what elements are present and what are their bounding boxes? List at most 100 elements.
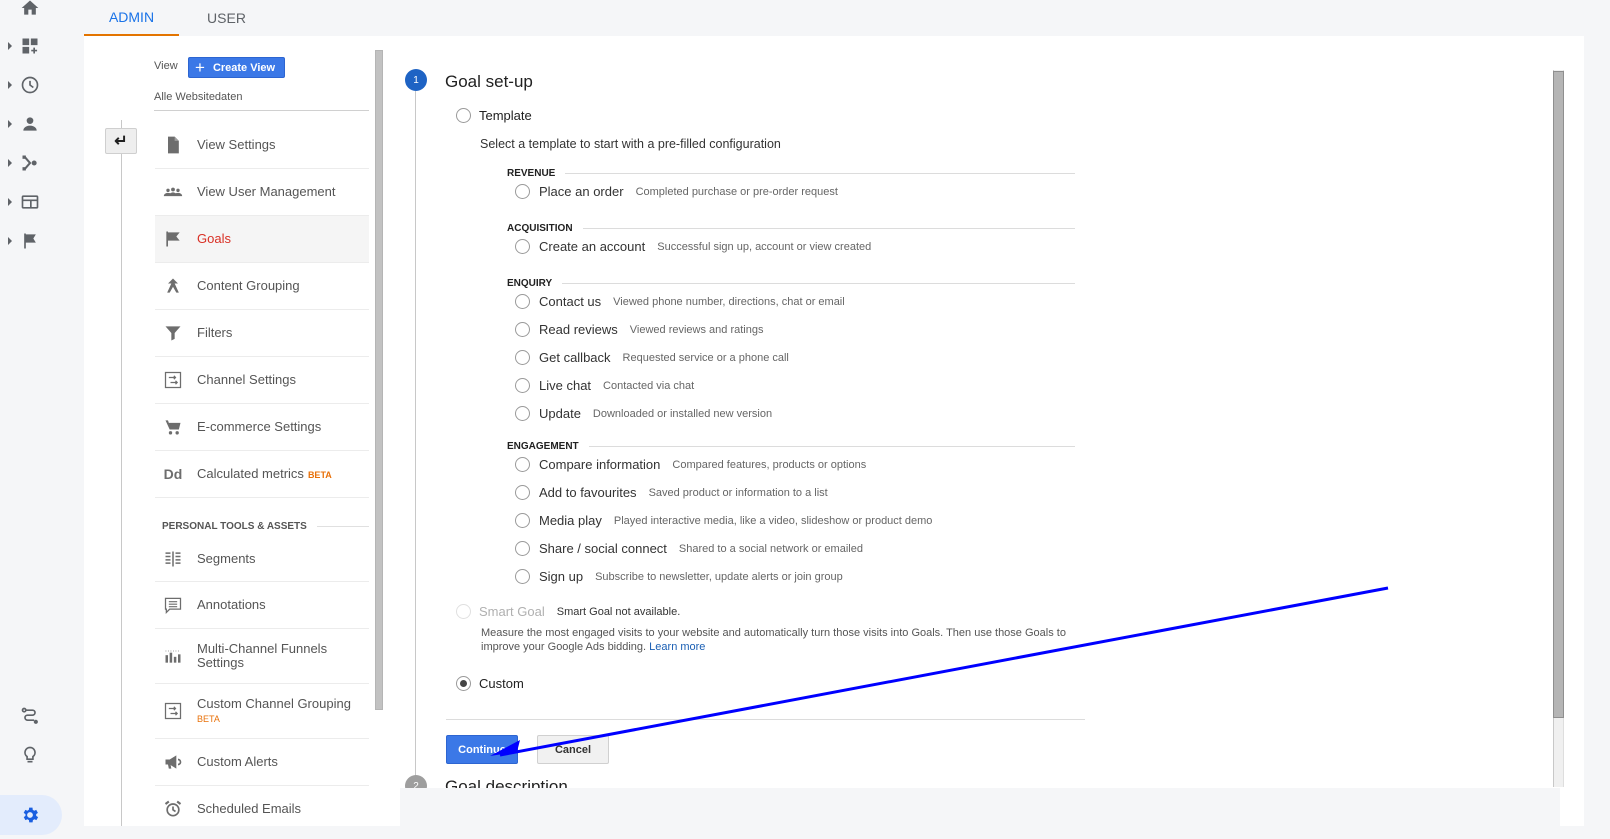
- rail-realtime[interactable]: [0, 67, 62, 103]
- nav-channel-settings[interactable]: Channel Settings: [155, 357, 369, 404]
- step-connector-line: [415, 91, 416, 781]
- option-description: Viewed reviews and ratings: [629, 323, 764, 336]
- collapse-back-button[interactable]: ↵: [105, 128, 137, 154]
- actions-divider: [446, 719, 1085, 720]
- nav-segments[interactable]: Segments: [155, 536, 369, 582]
- caret-right-icon: [8, 81, 12, 89]
- template-label: Template: [479, 108, 532, 123]
- template-option[interactable]: Contact us Viewed phone number, direction…: [515, 294, 845, 309]
- template-option-radio[interactable]: [515, 378, 530, 393]
- rail-home[interactable]: [0, 0, 62, 26]
- create-view-button[interactable]: + Create View: [188, 57, 285, 78]
- template-option[interactable]: Live chat Contacted via chat: [515, 378, 694, 393]
- template-option-radio[interactable]: [515, 485, 530, 500]
- template-option-radio[interactable]: [515, 513, 530, 528]
- nav-label: Segments: [197, 550, 256, 566]
- rail-customization[interactable]: [0, 28, 62, 64]
- nav-ecommerce-settings[interactable]: E-commerce Settings: [155, 404, 369, 451]
- template-option-radio[interactable]: [515, 541, 530, 556]
- nav-label: View User Management: [197, 184, 336, 199]
- template-option[interactable]: Update Downloaded or installed new versio…: [515, 406, 772, 421]
- nav-scrollbar[interactable]: [375, 50, 383, 710]
- template-option-radio[interactable]: [515, 239, 530, 254]
- plus-icon: +: [195, 58, 205, 77]
- option-description: Compared features, products or options: [672, 458, 867, 471]
- nav-calculated-metrics[interactable]: Dd Calculated metrics BETA: [155, 451, 369, 498]
- rail-behavior[interactable]: [0, 184, 62, 220]
- content-grouping-icon: [167, 278, 179, 293]
- rail-conversions[interactable]: [0, 223, 62, 259]
- template-option-radio[interactable]: [515, 184, 530, 199]
- nav-view-settings[interactable]: View Settings: [155, 122, 369, 169]
- nav-goals[interactable]: Goals: [155, 216, 369, 263]
- lightbulb-icon: [24, 746, 36, 763]
- step-1-badge: 1: [405, 69, 427, 91]
- section-title: PERSONAL TOOLS & ASSETS: [162, 521, 307, 532]
- behavior-icon: [21, 195, 39, 209]
- custom-radio[interactable]: [456, 676, 471, 691]
- option-description: Played interactive media, like a video, …: [613, 514, 933, 527]
- nav-label: Custom Alerts: [197, 754, 278, 769]
- rail-acquisition[interactable]: [0, 145, 62, 181]
- gear-icon: [23, 807, 39, 823]
- template-option[interactable]: Get callback Requested service or a phone…: [515, 350, 789, 365]
- template-option[interactable]: Place an order Completed purchase or pre-…: [515, 184, 838, 199]
- option-label: Read reviews: [539, 322, 618, 337]
- rail-audience[interactable]: [0, 106, 62, 142]
- content-scrollbar-thumb[interactable]: [1553, 71, 1564, 718]
- nav-content-grouping[interactable]: Content Grouping: [155, 263, 369, 310]
- template-option[interactable]: Create an account Successful sign up, acc…: [515, 239, 871, 254]
- beta-badge: BETA: [307, 469, 332, 480]
- template-option[interactable]: Add to favourites Saved product or inform…: [515, 485, 828, 500]
- calculated-metrics-icon: Dd: [163, 466, 183, 482]
- view-label: View: [154, 60, 178, 72]
- nav-view-user-management[interactable]: View User Management: [155, 169, 369, 216]
- view-nav: View Settings View User Management Goals…: [155, 122, 369, 833]
- nav-label: Filters: [197, 325, 233, 340]
- template-option[interactable]: Read reviews Viewed reviews and ratings: [515, 322, 763, 337]
- template-radio[interactable]: [456, 108, 471, 123]
- panel-bottom-gutter-left: [84, 826, 404, 839]
- tab-user[interactable]: USER: [179, 0, 274, 36]
- cancel-button[interactable]: Cancel: [537, 735, 609, 764]
- custom-option[interactable]: Custom: [456, 676, 524, 691]
- option-description: Downloaded or installed new version: [592, 407, 773, 420]
- rail-discover[interactable]: [0, 737, 62, 773]
- template-option-radio[interactable]: [515, 294, 530, 309]
- view-selector[interactable]: Alle Websitedaten: [154, 91, 242, 103]
- option-description: Successful sign up, account or view crea…: [657, 240, 872, 253]
- view-column-line: [121, 120, 122, 826]
- learn-more-link[interactable]: Learn more: [649, 641, 705, 653]
- nav-custom-channel-grouping[interactable]: Custom Channel Grouping BETA: [155, 684, 369, 739]
- template-option-radio[interactable]: [515, 350, 530, 365]
- nav-custom-alerts[interactable]: Custom Alerts: [155, 739, 369, 786]
- nav-label: Channel Settings: [197, 372, 297, 387]
- template-option-radio[interactable]: [515, 322, 530, 337]
- clock-icon: [21, 76, 39, 94]
- smart-goal-description: Measure the most engaged visits to your …: [481, 626, 1081, 654]
- rail-admin[interactable]: [0, 795, 62, 835]
- template-option[interactable]: Sign up Subscribe to newsletter, update a…: [515, 569, 843, 584]
- template-option-radio[interactable]: [515, 406, 530, 421]
- nav-annotations[interactable]: Annotations: [155, 582, 369, 629]
- template-option[interactable]: Template: [456, 108, 532, 123]
- template-option-radio[interactable]: [515, 569, 530, 584]
- template-option[interactable]: Share / social connect Shared to a social…: [515, 541, 863, 556]
- option-label: Create an account: [539, 239, 646, 254]
- smart-goal-label: Smart Goal: [479, 604, 545, 619]
- rail-attribution[interactable]: [0, 698, 62, 734]
- tab-admin[interactable]: ADMIN: [84, 0, 179, 36]
- nav-label: E-commerce Settings: [197, 419, 322, 434]
- bar-chart-icon: [165, 650, 181, 663]
- continue-button[interactable]: Continue: [446, 735, 518, 764]
- nav-filters[interactable]: Filters: [155, 310, 369, 357]
- channel-grouping-icon: [164, 702, 182, 720]
- nav-mcf-settings[interactable]: Multi-Channel Funnels Settings: [155, 629, 369, 684]
- category-header: REVENUE: [507, 168, 1075, 179]
- template-option[interactable]: Media play Played interactive media, like…: [515, 513, 932, 528]
- template-option[interactable]: Compare information Compared features, pr…: [515, 457, 866, 472]
- goal-setup-title: Goal set-up: [445, 72, 533, 91]
- nav-label: Calculated metrics: [197, 465, 304, 481]
- template-option-radio[interactable]: [515, 457, 530, 472]
- home-icon: [21, 0, 39, 15]
